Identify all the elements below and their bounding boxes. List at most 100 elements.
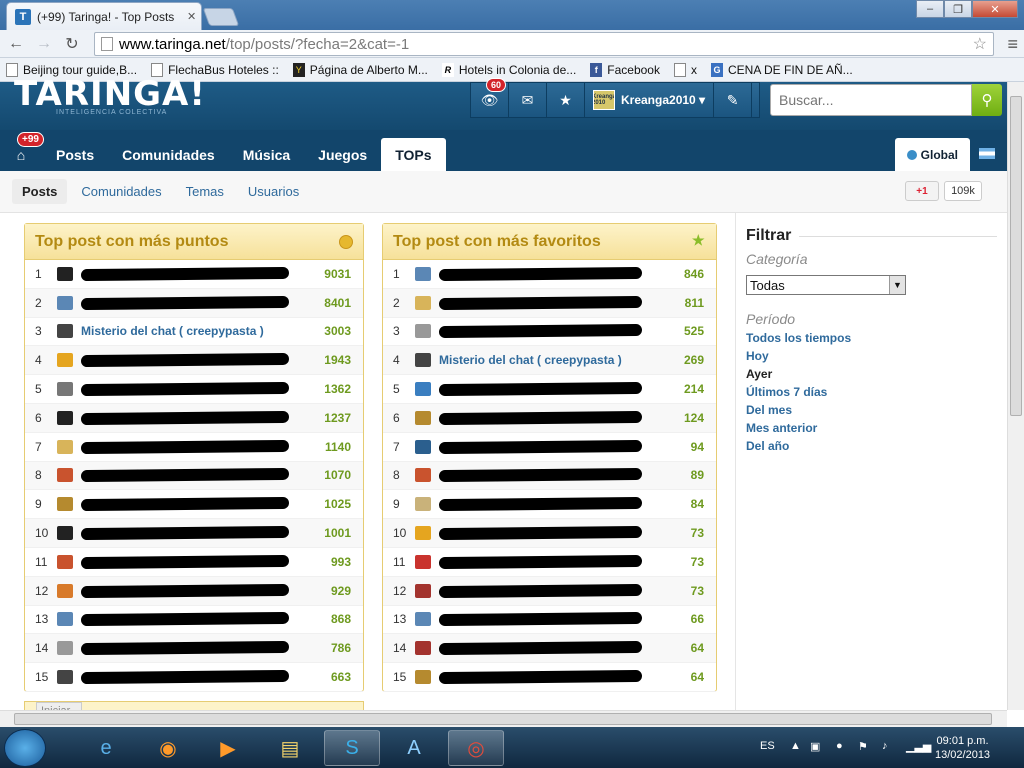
redacted-title[interactable] [80, 439, 290, 454]
redacted-title[interactable] [438, 439, 643, 454]
ranking-row[interactable]: 5 1362 [25, 375, 363, 404]
redacted-title[interactable] [80, 381, 290, 397]
redacted-title[interactable] [80, 468, 290, 483]
signal-icon[interactable]: ▁▃▅ [906, 740, 931, 753]
post-title-link[interactable]: Misterio del chat ( creepypasta ) [439, 353, 666, 367]
home-icon[interactable]: ⌂ +99 [0, 132, 44, 171]
ranking-row[interactable]: 8 89 [383, 461, 716, 491]
close-window-button[interactable]: ✕ [972, 0, 1018, 18]
language-indicator[interactable]: ES [760, 740, 775, 752]
new-tab-button[interactable] [202, 8, 240, 26]
favorites-star-icon[interactable]: ★ [547, 82, 585, 118]
ranking-row[interactable]: 1 846 [383, 260, 716, 289]
subnav-usuarios[interactable]: Usuarios [238, 179, 309, 204]
ranking-row[interactable]: 7 94 [383, 433, 716, 462]
period-link[interactable]: Ayer [746, 367, 997, 381]
start-button[interactable] [4, 729, 46, 767]
messages-icon[interactable]: ✉ [509, 82, 547, 118]
forward-icon[interactable]: → [32, 32, 56, 56]
ranking-row[interactable]: 3 Misterio del chat ( creepypasta ) 3003 [25, 318, 363, 347]
google-plus-button[interactable]: +1 [905, 181, 939, 201]
redacted-title[interactable] [80, 583, 290, 598]
redacted-title[interactable] [80, 497, 290, 512]
redacted-title[interactable] [80, 266, 290, 281]
redacted-title[interactable] [438, 583, 643, 598]
user-menu[interactable]: Kreanga 2010 Kreanga2010 ▾ [585, 82, 715, 118]
ranking-row[interactable]: 12 73 [383, 576, 716, 606]
ranking-row[interactable]: 9 1025 [25, 490, 363, 520]
ranking-row[interactable]: 14 64 [383, 634, 716, 664]
redacted-title[interactable] [80, 295, 290, 310]
redacted-title[interactable] [80, 353, 290, 368]
search-input[interactable] [770, 84, 972, 116]
nav-comunidades[interactable]: Comunidades [108, 138, 229, 171]
subnav-comunidades[interactable]: Comunidades [71, 179, 171, 204]
redacted-title[interactable] [438, 669, 643, 685]
horizontal-scrollbar[interactable] [0, 710, 1007, 727]
ie-icon[interactable]: e [78, 730, 134, 766]
ranking-row[interactable]: 3 525 [383, 318, 716, 347]
ranking-row[interactable]: 12 929 [25, 576, 363, 606]
ranking-row[interactable]: 14 786 [25, 634, 363, 664]
scroll-thumb[interactable] [1010, 96, 1022, 416]
media-player-icon[interactable]: ▶ [200, 730, 256, 766]
bookmark-item[interactable]: G CENA DE FIN DE AÑ... [710, 62, 853, 77]
volume-icon[interactable]: ♪ [882, 740, 888, 752]
network-icon[interactable]: ▣ [810, 740, 820, 753]
ranking-row[interactable]: 15 64 [383, 663, 716, 692]
restore-button[interactable]: ❐ [944, 0, 972, 18]
global-tab[interactable]: Global [894, 138, 970, 171]
redacted-title[interactable] [438, 554, 643, 569]
firefox-icon[interactable]: ◉ [140, 730, 196, 766]
nav-tops[interactable]: TOPs [381, 138, 446, 171]
period-link[interactable]: Del año [746, 439, 997, 453]
post-title-link[interactable]: Misterio del chat ( creepypasta ) [81, 324, 313, 338]
reload-icon[interactable]: ↻ [60, 32, 84, 56]
taringa-logo[interactable]: TARINGA! [14, 74, 206, 114]
argentina-flag-icon[interactable] [979, 148, 995, 159]
ranking-row[interactable]: 13 66 [383, 606, 716, 635]
redacted-title[interactable] [438, 612, 643, 627]
redacted-title[interactable] [438, 497, 643, 512]
redacted-title[interactable] [80, 641, 290, 656]
chrome-menu-icon[interactable]: ≡ [1007, 34, 1018, 55]
nav-musica[interactable]: Música [229, 138, 304, 171]
ranking-row[interactable]: 10 1001 [25, 519, 363, 548]
bookmark-item[interactable]: Y Página de Alberto M... [292, 62, 428, 77]
period-link[interactable]: Mes anterior [746, 421, 997, 435]
redacted-title[interactable] [438, 525, 643, 541]
tray-app-icon[interactable]: ● [836, 740, 843, 752]
ranking-row[interactable]: 7 1140 [25, 433, 363, 462]
redacted-title[interactable] [438, 382, 643, 397]
redacted-title[interactable] [80, 554, 290, 569]
vertical-scrollbar[interactable] [1007, 82, 1024, 710]
redacted-title[interactable] [438, 468, 643, 483]
ranking-row[interactable]: 5 214 [383, 375, 716, 404]
subnav-temas[interactable]: Temas [176, 179, 234, 204]
address-bar[interactable]: www.taringa.net /top/posts/?fecha=2&cat=… [94, 32, 994, 56]
ranking-row[interactable]: 10 73 [383, 519, 716, 548]
nav-juegos[interactable]: Juegos [304, 138, 381, 171]
ranking-row[interactable]: 2 811 [383, 288, 716, 318]
subnav-posts[interactable]: Posts [12, 179, 68, 204]
new-post-icon[interactable]: ✎ [714, 82, 753, 118]
skype-icon[interactable]: S [324, 730, 380, 766]
clock[interactable]: 09:01 p.m. 13/02/2013 [935, 734, 990, 762]
nav-posts[interactable]: Posts [42, 138, 108, 171]
scroll-thumb[interactable] [14, 713, 992, 725]
redacted-title[interactable] [438, 410, 643, 425]
redacted-title[interactable] [80, 410, 290, 425]
chrome-icon[interactable]: ◎ [448, 730, 504, 766]
ranking-row[interactable]: 1 9031 [25, 260, 363, 289]
redacted-title[interactable] [438, 324, 643, 339]
ranking-row[interactable]: 11 993 [25, 548, 363, 577]
ranking-row[interactable]: 13 868 [25, 606, 363, 635]
ranking-row[interactable]: 8 1070 [25, 461, 363, 491]
tab-close-icon[interactable]: ✕ [187, 10, 201, 23]
ranking-row[interactable]: 9 84 [383, 490, 716, 520]
redacted-title[interactable] [80, 669, 290, 685]
ranking-row[interactable]: 6 1237 [25, 403, 363, 433]
tray-arrow-icon[interactable]: ▲ [790, 740, 801, 752]
redacted-title[interactable] [438, 266, 643, 281]
ranking-row[interactable]: 4 Misterio del chat ( creepypasta ) 269 [383, 346, 716, 376]
